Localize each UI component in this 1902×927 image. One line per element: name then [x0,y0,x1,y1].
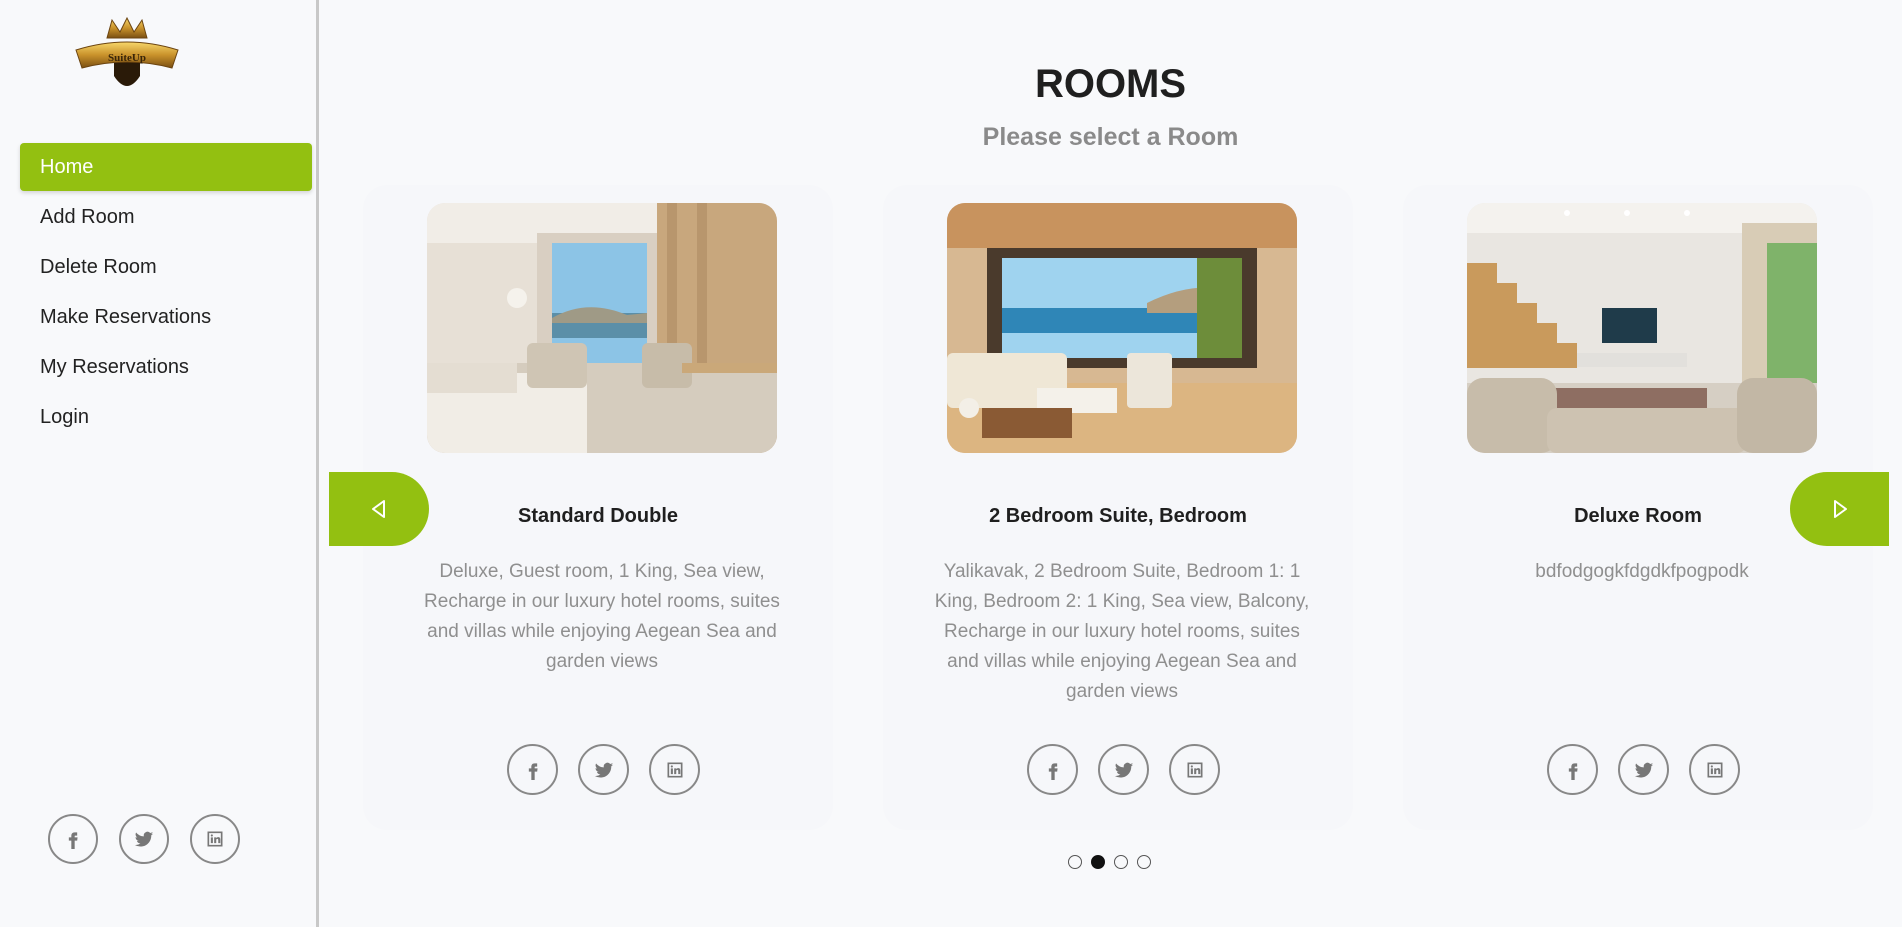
room-social-links [1547,744,1740,795]
svg-text:SuiteUp: SuiteUp [108,52,146,64]
sidebar-item-make-reservations[interactable]: Make Reservations [20,293,312,341]
carousel-dot[interactable] [1114,855,1128,869]
sidebar-item-label: Delete Room [40,255,157,278]
carousel-next-button[interactable] [1790,472,1889,546]
sidebar-item-login[interactable]: Login [20,393,312,441]
sidebar-social-links [48,814,240,864]
carousel-prev-button[interactable] [329,472,429,546]
twitter-icon[interactable] [1098,744,1149,795]
suiteup-logo[interactable]: SuiteUp [72,16,182,96]
room-description: Deluxe, Guest room, 1 King, Sea view, Re… [424,561,780,672]
carousel-dot[interactable] [1137,855,1151,869]
sidebar: SuiteUp Home Add Room Delete Room Make R… [0,0,319,927]
facebook-icon[interactable] [507,744,558,795]
sidebar-item-label: Home [40,155,94,178]
carousel-pagination [1068,855,1151,869]
room-description: Yalikavak, 2 Bedroom Suite, Bedroom 1: 1… [934,561,1310,702]
twitter-icon[interactable] [1618,744,1669,795]
sidebar-item-home[interactable]: Home [20,143,312,191]
sidebar-item-my-reservations[interactable]: My Reservations [20,343,312,391]
carousel-dot[interactable] [1068,855,1082,869]
sidebar-item-add-room[interactable]: Add Room [20,193,312,241]
chevron-left-icon [372,500,385,518]
twitter-icon[interactable] [119,814,169,864]
facebook-icon[interactable] [48,814,98,864]
room-social-links [507,744,700,795]
room-title: Standard Double [517,505,678,527]
sidebar-item-label: My Reservations [40,355,189,378]
room-card[interactable]: 2 Bedroom Suite, Bedroom Yalikavak, 2 Be… [883,185,1353,830]
sidebar-item-delete-room[interactable]: Delete Room [20,243,312,291]
room-description: bdfodgogkfdgdkfpogpodk [1535,561,1749,582]
linkedin-icon[interactable] [190,814,240,864]
chevron-right-icon [1833,500,1847,518]
facebook-icon[interactable] [1547,744,1598,795]
page-title: ROOMS [1034,62,1187,106]
room-photo [947,203,1297,453]
page-subtitle: Please select a Room [982,123,1239,151]
linkedin-icon[interactable] [1169,744,1220,795]
facebook-icon[interactable] [1027,744,1078,795]
carousel-dot-active[interactable] [1091,855,1105,869]
sidebar-nav: Home Add Room Delete Room Make Reservati… [20,143,312,443]
room-card[interactable]: Standard Double Deluxe, Guest room, 1 Ki… [363,185,833,830]
twitter-icon[interactable] [578,744,629,795]
sidebar-item-label: Add Room [40,205,135,228]
sidebar-item-label: Login [40,405,89,428]
linkedin-icon[interactable] [649,744,700,795]
sidebar-item-label: Make Reservations [40,305,212,328]
room-photo [1467,203,1817,453]
room-social-links [1027,744,1220,795]
room-photo [427,203,777,453]
room-title: 2 Bedroom Suite, Bedroom [989,505,1247,527]
linkedin-icon[interactable] [1689,744,1740,795]
